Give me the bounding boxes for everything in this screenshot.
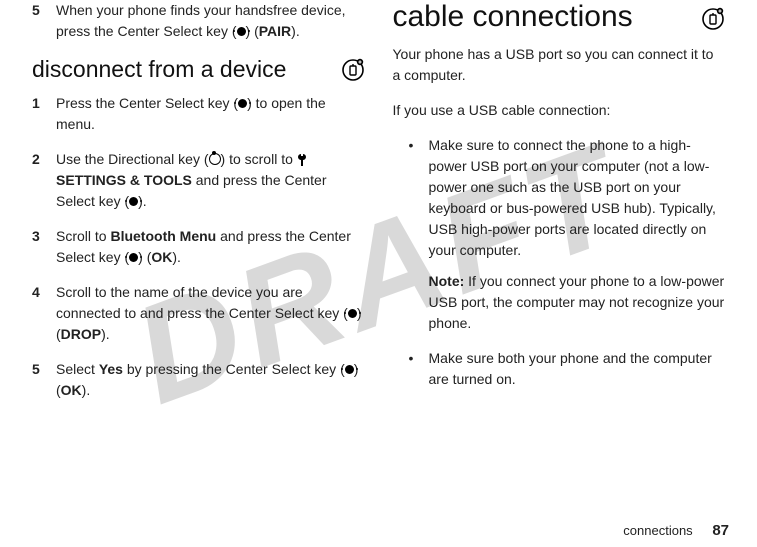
step-body: Scroll to the name of the device you are… <box>56 282 365 345</box>
note-block: Note: If you connect your phone to a low… <box>429 271 726 334</box>
center-select-icon <box>129 197 138 206</box>
bullet-marker: • <box>409 135 429 334</box>
bullet-1: • Make sure to connect the phone to a hi… <box>409 135 726 334</box>
right-column: cable connections Your phone has a USB p… <box>379 0 740 547</box>
left-column: 5 When your phone finds your handsfree d… <box>18 0 379 547</box>
settings-tools-icon <box>297 152 309 166</box>
softkey-drop: DROP <box>61 326 101 342</box>
bullet-body: Make sure to connect the phone to a high… <box>429 135 726 334</box>
step-body: When your phone finds your handsfree dev… <box>56 0 365 42</box>
disconnect-step-1: 1 Press the Center Select key () to open… <box>32 93 365 135</box>
step-body: Select Yes by pressing the Center Select… <box>56 359 365 401</box>
directional-key-icon <box>209 153 221 165</box>
softkey-ok: OK <box>151 249 172 265</box>
text: ) to scroll to <box>221 151 297 167</box>
step-number: 1 <box>32 93 56 135</box>
text: Scroll to the name of the device you are… <box>56 284 348 321</box>
bullet-body: Make sure both your phone and the comput… <box>429 348 726 390</box>
text: Use the Directional key ( <box>56 151 209 167</box>
menu-bluetooth: Bluetooth Menu <box>110 228 216 244</box>
step-body: Use the Directional key () to scroll to … <box>56 149 365 212</box>
step-number: 5 <box>32 0 56 42</box>
center-select-icon <box>348 309 357 318</box>
disconnect-step-3: 3 Scroll to Bluetooth Menu and press the… <box>32 226 365 268</box>
step-body: Scroll to Bluetooth Menu and press the C… <box>56 226 365 268</box>
text: ). <box>291 23 300 39</box>
heading-text: cable connections <box>393 0 633 34</box>
softkey-pair: PAIR <box>259 23 291 39</box>
text: ). <box>172 249 181 265</box>
intro-para-2: If you use a USB cable connection: <box>393 100 726 121</box>
step-number: 4 <box>32 282 56 345</box>
disconnect-step-4: 4 Scroll to the name of the device you a… <box>32 282 365 345</box>
heading-text: disconnect from a device <box>32 56 286 83</box>
intro-para-1: Your phone has a USB port so you can con… <box>393 44 726 86</box>
heading-disconnect: disconnect from a device <box>32 56 365 83</box>
note-text: If you connect your phone to a low-power… <box>429 273 725 331</box>
center-select-icon <box>345 365 354 374</box>
bullet-2: • Make sure both your phone and the comp… <box>409 348 726 390</box>
feature-badge-icon <box>341 58 365 82</box>
disconnect-step-5: 5 Select Yes by pressing the Center Sele… <box>32 359 365 401</box>
feature-badge-icon <box>701 5 725 29</box>
text: by pressing the Center Select key ( <box>123 361 345 377</box>
step-number: 3 <box>32 226 56 268</box>
softkey-ok: OK <box>61 382 82 398</box>
page-content: 5 When your phone finds your handsfree d… <box>0 0 757 547</box>
heading-cable-connections: cable connections <box>393 0 726 34</box>
menu-settings-tools: SETTINGS & TOOLS <box>56 172 192 188</box>
center-select-icon <box>237 27 246 36</box>
text: ). <box>82 382 91 398</box>
text: Make sure to connect the phone to a high… <box>429 137 716 258</box>
step-number: 2 <box>32 149 56 212</box>
center-select-icon <box>238 99 247 108</box>
step-body: Press the Center Select key () to open t… <box>56 93 365 135</box>
text: Press the Center Select key ( <box>56 95 238 111</box>
option-yes: Yes <box>99 361 123 377</box>
step-number: 5 <box>32 359 56 401</box>
bullet-marker: • <box>409 348 429 390</box>
text: When your phone finds your handsfree dev… <box>56 2 346 39</box>
text: Select <box>56 361 99 377</box>
disconnect-step-2: 2 Use the Directional key ( ) to scroll t… <box>32 149 365 212</box>
center-select-icon <box>129 253 138 262</box>
pair-step-5: 5 When your phone finds your handsfree d… <box>32 0 365 42</box>
note-label: Note: <box>429 273 465 289</box>
text: ). <box>101 326 110 342</box>
text: Scroll to <box>56 228 110 244</box>
